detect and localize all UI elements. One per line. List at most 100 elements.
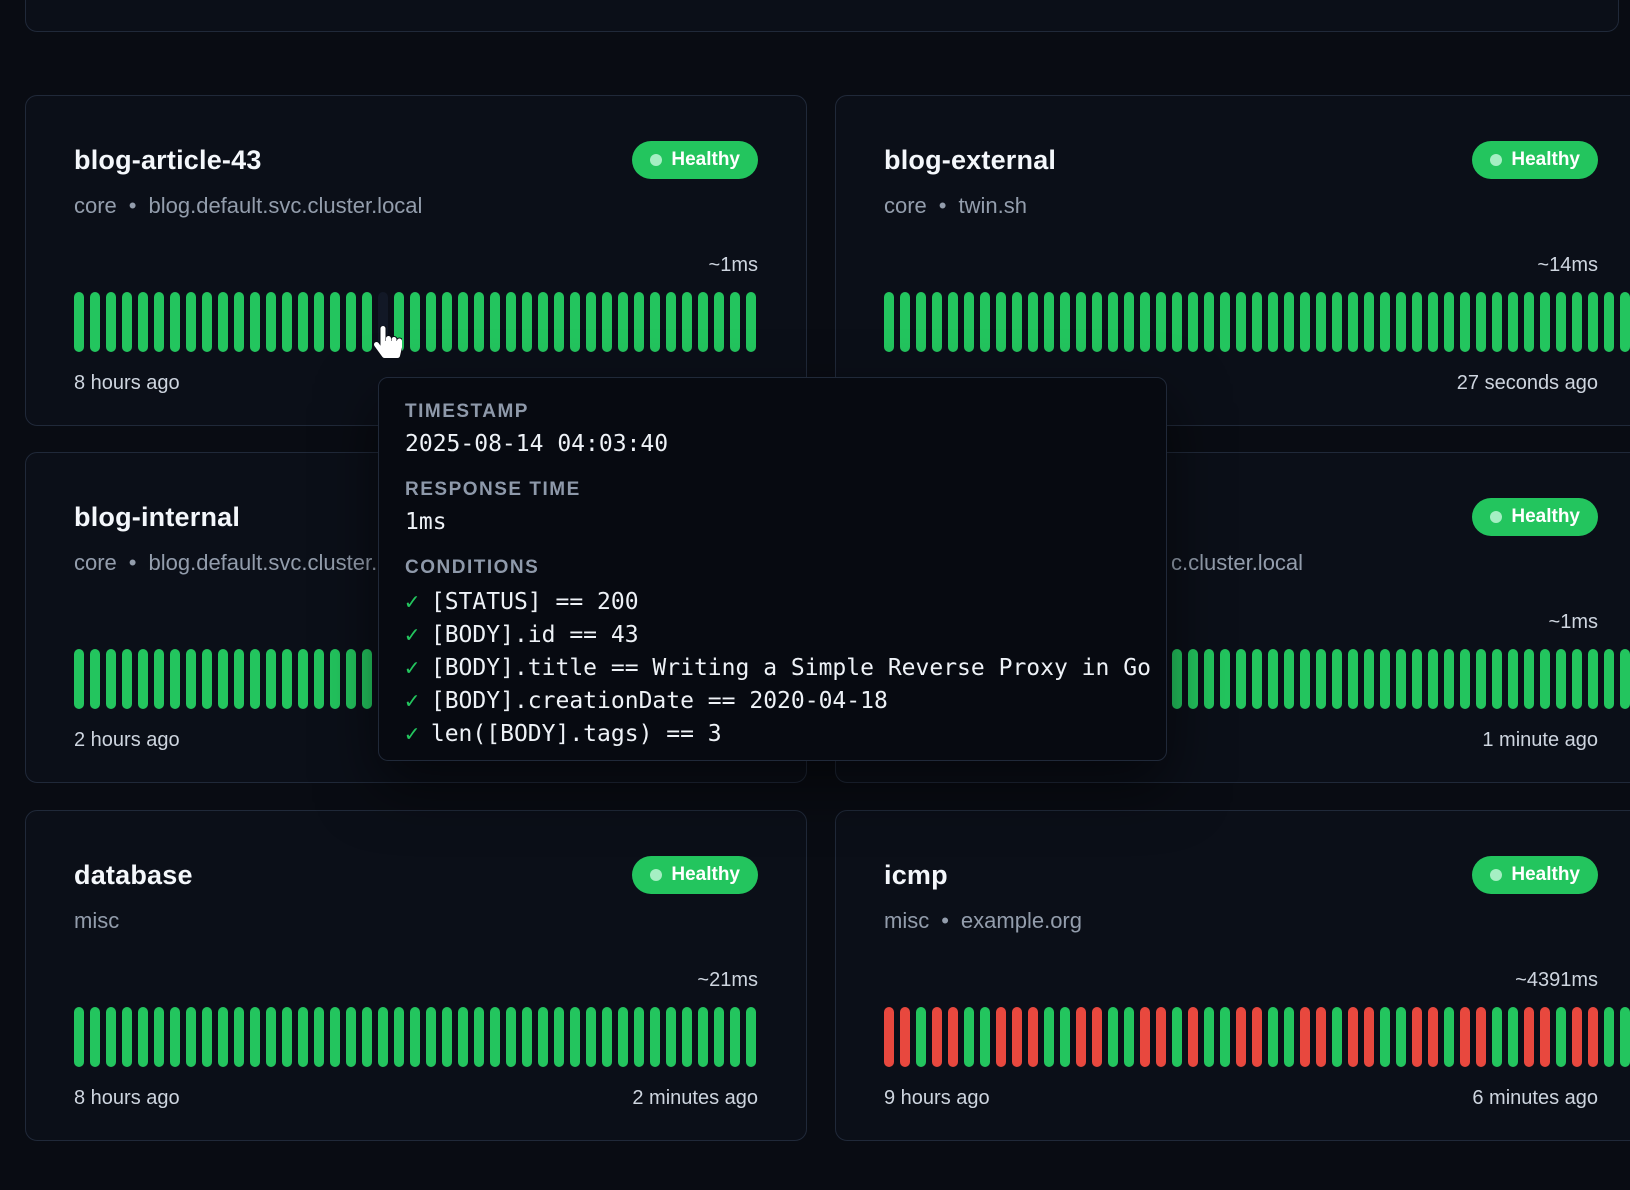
health-bar[interactable] bbox=[698, 292, 708, 352]
health-bar[interactable] bbox=[650, 1007, 660, 1067]
health-bar[interactable] bbox=[1172, 292, 1182, 352]
health-bar[interactable] bbox=[74, 649, 84, 709]
health-bar[interactable] bbox=[948, 292, 958, 352]
health-bar[interactable] bbox=[426, 1007, 436, 1067]
health-bar[interactable] bbox=[1380, 1007, 1390, 1067]
health-bar[interactable] bbox=[506, 1007, 516, 1067]
health-bar[interactable] bbox=[202, 292, 212, 352]
health-bar[interactable] bbox=[202, 1007, 212, 1067]
health-bar[interactable] bbox=[1316, 1007, 1326, 1067]
health-bar[interactable] bbox=[474, 292, 484, 352]
health-bar[interactable] bbox=[932, 1007, 942, 1067]
health-bar[interactable] bbox=[330, 1007, 340, 1067]
health-bar[interactable] bbox=[138, 292, 148, 352]
health-bar[interactable] bbox=[1556, 292, 1566, 352]
health-bar[interactable] bbox=[948, 1007, 958, 1067]
health-bar[interactable] bbox=[1540, 649, 1550, 709]
health-bar[interactable] bbox=[1268, 649, 1278, 709]
health-bar[interactable] bbox=[458, 292, 468, 352]
health-bar[interactable] bbox=[666, 292, 676, 352]
health-bar[interactable] bbox=[602, 1007, 612, 1067]
health-bar[interactable] bbox=[170, 292, 180, 352]
health-bar[interactable] bbox=[1300, 649, 1310, 709]
health-bar[interactable] bbox=[1460, 1007, 1470, 1067]
health-bar[interactable] bbox=[1428, 1007, 1438, 1067]
health-bar[interactable] bbox=[1492, 1007, 1502, 1067]
health-bar[interactable] bbox=[170, 649, 180, 709]
health-bar[interactable] bbox=[1028, 1007, 1038, 1067]
health-bar[interactable] bbox=[1572, 1007, 1582, 1067]
health-bar[interactable] bbox=[1556, 1007, 1566, 1067]
health-bar[interactable] bbox=[1620, 649, 1630, 709]
health-bar[interactable] bbox=[1124, 292, 1134, 352]
health-bar[interactable] bbox=[1316, 292, 1326, 352]
health-bar[interactable] bbox=[1556, 649, 1566, 709]
health-bar[interactable] bbox=[1332, 649, 1342, 709]
health-bar[interactable] bbox=[90, 292, 100, 352]
health-bar[interactable] bbox=[1428, 649, 1438, 709]
health-bar[interactable] bbox=[266, 1007, 276, 1067]
health-bar[interactable] bbox=[442, 292, 452, 352]
health-bar[interactable] bbox=[1364, 292, 1374, 352]
health-bar[interactable] bbox=[1476, 1007, 1486, 1067]
health-bar[interactable] bbox=[730, 1007, 740, 1067]
health-bar[interactable] bbox=[90, 649, 100, 709]
health-bar[interactable] bbox=[250, 649, 260, 709]
health-bar[interactable] bbox=[1044, 292, 1054, 352]
health-bar[interactable] bbox=[884, 1007, 894, 1067]
health-bar[interactable] bbox=[1588, 1007, 1598, 1067]
health-bar[interactable] bbox=[1524, 1007, 1534, 1067]
health-bar[interactable] bbox=[1476, 649, 1486, 709]
health-bar[interactable] bbox=[1252, 649, 1262, 709]
health-bar[interactable] bbox=[106, 649, 116, 709]
health-bar[interactable] bbox=[1444, 1007, 1454, 1067]
health-bar[interactable] bbox=[1588, 649, 1598, 709]
health-bar[interactable] bbox=[362, 292, 372, 352]
health-bar[interactable] bbox=[282, 292, 292, 352]
health-bar[interactable] bbox=[682, 292, 692, 352]
health-bar[interactable] bbox=[1204, 292, 1214, 352]
health-bar[interactable] bbox=[1252, 292, 1262, 352]
health-bar[interactable] bbox=[346, 292, 356, 352]
health-bar[interactable] bbox=[266, 649, 276, 709]
health-bar[interactable] bbox=[170, 1007, 180, 1067]
health-bar[interactable] bbox=[330, 292, 340, 352]
health-bar[interactable] bbox=[1572, 292, 1582, 352]
health-bar[interactable] bbox=[490, 1007, 500, 1067]
health-bar[interactable] bbox=[1076, 292, 1086, 352]
health-bar[interactable] bbox=[634, 1007, 644, 1067]
health-bar[interactable] bbox=[458, 1007, 468, 1067]
health-bar[interactable] bbox=[1236, 649, 1246, 709]
health-bar[interactable] bbox=[1220, 649, 1230, 709]
health-bar[interactable] bbox=[916, 1007, 926, 1067]
health-bar[interactable] bbox=[298, 649, 308, 709]
health-bar[interactable] bbox=[298, 1007, 308, 1067]
health-bar[interactable] bbox=[900, 292, 910, 352]
health-bar[interactable] bbox=[1220, 292, 1230, 352]
health-bar[interactable] bbox=[698, 1007, 708, 1067]
health-bar[interactable] bbox=[218, 292, 228, 352]
health-bar[interactable] bbox=[1412, 292, 1422, 352]
health-bar[interactable] bbox=[1220, 1007, 1230, 1067]
health-bar[interactable] bbox=[964, 292, 974, 352]
health-bar[interactable] bbox=[1476, 292, 1486, 352]
health-bar[interactable] bbox=[1524, 292, 1534, 352]
health-bar[interactable] bbox=[1268, 292, 1278, 352]
health-bar[interactable] bbox=[1156, 292, 1166, 352]
health-bar[interactable] bbox=[916, 292, 926, 352]
health-bar[interactable] bbox=[996, 292, 1006, 352]
health-bar[interactable] bbox=[730, 292, 740, 352]
health-bar[interactable] bbox=[554, 292, 564, 352]
health-bar[interactable] bbox=[1284, 649, 1294, 709]
health-bar[interactable] bbox=[980, 292, 990, 352]
health-bar[interactable] bbox=[74, 292, 84, 352]
health-bar[interactable] bbox=[1620, 292, 1630, 352]
health-bar[interactable] bbox=[1284, 292, 1294, 352]
health-bar[interactable] bbox=[1092, 292, 1102, 352]
health-bar[interactable] bbox=[618, 292, 628, 352]
health-bar[interactable] bbox=[1508, 1007, 1518, 1067]
health-bar[interactable] bbox=[1492, 649, 1502, 709]
health-bar[interactable] bbox=[1396, 292, 1406, 352]
health-bar[interactable] bbox=[586, 292, 596, 352]
health-bar[interactable] bbox=[442, 1007, 452, 1067]
